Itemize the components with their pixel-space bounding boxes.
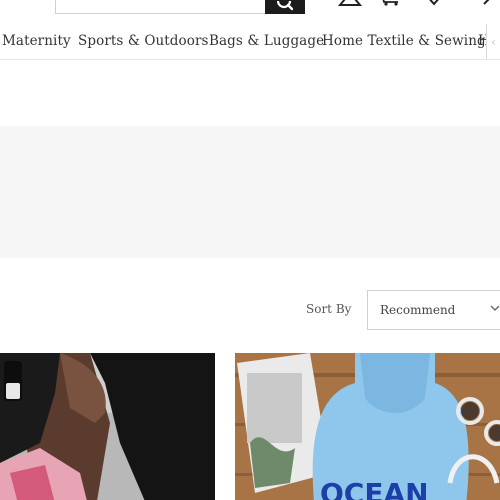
category-sports[interactable]: Sports & Outdoors bbox=[78, 33, 209, 49]
search-button[interactable] bbox=[265, 0, 305, 14]
more-icon[interactable] bbox=[478, 0, 500, 6]
category-nav: Maternity Sports & Outdoors Bags & Lugga… bbox=[0, 24, 500, 60]
category-home-textile[interactable]: Home Textile & Sewing bbox=[322, 33, 486, 49]
chevron-down-icon bbox=[490, 305, 500, 311]
category-bags[interactable]: Bags & Luggage bbox=[209, 33, 324, 49]
nav-prev-button[interactable]: ‹ bbox=[486, 24, 500, 59]
sort-select[interactable]: Recommend bbox=[367, 290, 500, 330]
account-icon[interactable] bbox=[338, 0, 362, 6]
wishlist-icon[interactable] bbox=[424, 0, 444, 6]
sort-label: Sort By bbox=[306, 302, 352, 316]
search-icon bbox=[277, 1, 293, 11]
hoodie-print-text: OCEAN bbox=[320, 477, 429, 500]
chevron-left-icon: ‹ bbox=[491, 35, 496, 49]
product-card[interactable] bbox=[0, 353, 215, 500]
product-image[interactable] bbox=[0, 353, 215, 500]
product-image[interactable]: OCEAN bbox=[235, 353, 500, 500]
sort-value: Recommend bbox=[380, 303, 456, 317]
product-card[interactable]: OCEAN bbox=[235, 353, 500, 500]
cart-icon[interactable] bbox=[374, 0, 406, 6]
category-maternity[interactable]: Maternity bbox=[2, 33, 71, 49]
banner-placeholder bbox=[0, 126, 500, 258]
search-input[interactable] bbox=[55, 0, 267, 14]
